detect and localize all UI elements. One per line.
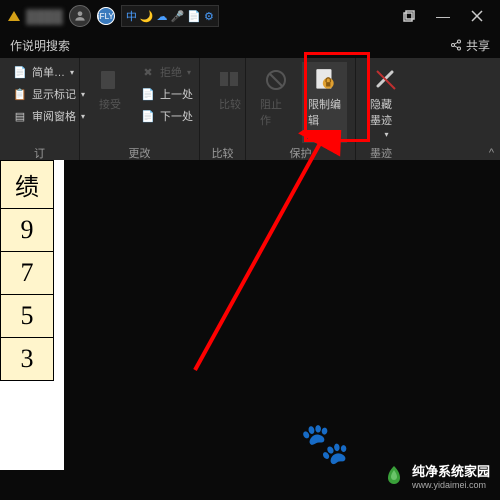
block-icon <box>262 66 290 94</box>
reject-icon: ✖ <box>140 64 156 80</box>
label: 比较 <box>219 96 241 112</box>
show-markup-dropdown[interactable]: 📋 显示标记▾ <box>8 84 89 104</box>
ime-cn-icon: 中 <box>126 8 137 24</box>
label: 接受 <box>99 96 121 112</box>
hide-ink-button[interactable]: 隐藏墨迹▾ <box>364 62 408 143</box>
title-text-blurred: ████ <box>26 9 63 24</box>
prev-icon: 📄 <box>140 86 156 102</box>
reviewing-pane-dropdown[interactable]: ▤ 审阅窗格▾ <box>8 106 89 126</box>
accept-icon <box>96 66 124 94</box>
collapse-ribbon-button[interactable]: ^ <box>489 147 494 159</box>
table-cell[interactable]: 9 <box>1 209 54 252</box>
next-change-button[interactable]: 📄 下一处 <box>136 106 197 126</box>
paw-watermark-icon: 🐾 <box>300 420 350 467</box>
table-cell[interactable]: 3 <box>1 338 54 381</box>
gear-icon: ⚙ <box>204 10 214 23</box>
window-restore-button[interactable] <box>394 2 424 30</box>
group-protect: 阻止作 限制编辑 保护 <box>246 58 356 163</box>
previous-change-button[interactable]: 📄 上一处 <box>136 84 197 104</box>
ribbon: 📄 简单…▾ 📋 显示标记▾ ▤ 审阅窗格▾ 订 接受 <box>0 58 500 164</box>
restrict-editing-button[interactable]: 限制编辑 <box>302 62 347 143</box>
group-label: 墨迹 <box>364 143 398 161</box>
markup-icon: 📋 <box>12 86 28 102</box>
pane-icon: ▤ <box>12 108 28 124</box>
ime-status[interactable]: 中 🌙 ☁ 🎤 📄 ⚙ <box>121 5 219 27</box>
display-mode-dropdown[interactable]: 📄 简单…▾ <box>8 62 89 82</box>
ifly-badge: iFLY <box>97 7 115 25</box>
title-bar: ████ iFLY 中 🌙 ☁ 🎤 📄 ⚙ — <box>0 0 500 32</box>
content-table[interactable]: 绩 9 7 5 3 <box>0 160 54 381</box>
watermark-title: 纯净系统家园 <box>412 461 490 480</box>
label: 下一处 <box>160 108 193 124</box>
group-changes: 接受 ✖ 拒绝▾ 📄 上一处 📄 下一处 更改 <box>80 58 200 163</box>
watermark-logo-icon <box>382 464 406 488</box>
group-label: 订 <box>8 143 71 161</box>
label: 显示标记 <box>32 86 76 102</box>
label: 拒绝 <box>160 64 182 80</box>
ink-icon <box>372 66 400 94</box>
next-icon: 📄 <box>140 108 156 124</box>
menu-bar: 作说明搜索 共享 <box>0 32 500 58</box>
watermark-url: www.yidaimei.com <box>412 480 490 490</box>
group-label: 比较 <box>208 143 237 161</box>
table-cell[interactable]: 5 <box>1 295 54 338</box>
doc-icon: 📄 <box>187 10 201 23</box>
document-canvas[interactable]: 绩 9 7 5 3 <box>0 160 500 500</box>
group-ink: 隐藏墨迹▾ 墨迹 <box>356 58 406 163</box>
window-close-button[interactable] <box>462 2 492 30</box>
compare-icon <box>216 66 244 94</box>
group-label: 更改 <box>88 143 191 161</box>
group-label: 保护 <box>254 143 347 161</box>
label: 审阅窗格 <box>32 108 76 124</box>
group-compare: 比较 比较 <box>200 58 246 163</box>
share-button[interactable]: 共享 <box>450 37 490 54</box>
label: 阻止作 <box>260 96 292 128</box>
cloud-icon: ☁ <box>157 10 168 23</box>
block-authors-button: 阻止作 <box>254 62 298 143</box>
label: 限制编辑 <box>308 96 341 128</box>
warning-icon <box>8 11 20 21</box>
restrict-icon <box>311 66 339 94</box>
label: 上一处 <box>160 86 193 102</box>
document-page[interactable]: 绩 9 7 5 3 <box>0 160 64 470</box>
share-label: 共享 <box>466 37 490 54</box>
moon-icon: 🌙 <box>140 10 154 23</box>
tell-me-search[interactable]: 作说明搜索 <box>10 37 70 54</box>
group-tracking: 📄 简单…▾ 📋 显示标记▾ ▤ 审阅窗格▾ 订 <box>0 58 80 163</box>
reject-button: ✖ 拒绝▾ <box>136 62 197 82</box>
window-minimize-button[interactable]: — <box>428 2 458 30</box>
user-avatar[interactable] <box>69 5 91 27</box>
doc-icon: 📄 <box>12 64 28 80</box>
site-watermark: 纯净系统家园 www.yidaimei.com <box>382 461 490 490</box>
label: 简单… <box>32 64 65 80</box>
mic-icon: 🎤 <box>171 10 185 23</box>
table-cell[interactable]: 7 <box>1 252 54 295</box>
table-header-cell[interactable]: 绩 <box>1 161 54 209</box>
label: 隐藏墨迹 <box>370 96 402 128</box>
accept-button: 接受 <box>88 62 132 143</box>
